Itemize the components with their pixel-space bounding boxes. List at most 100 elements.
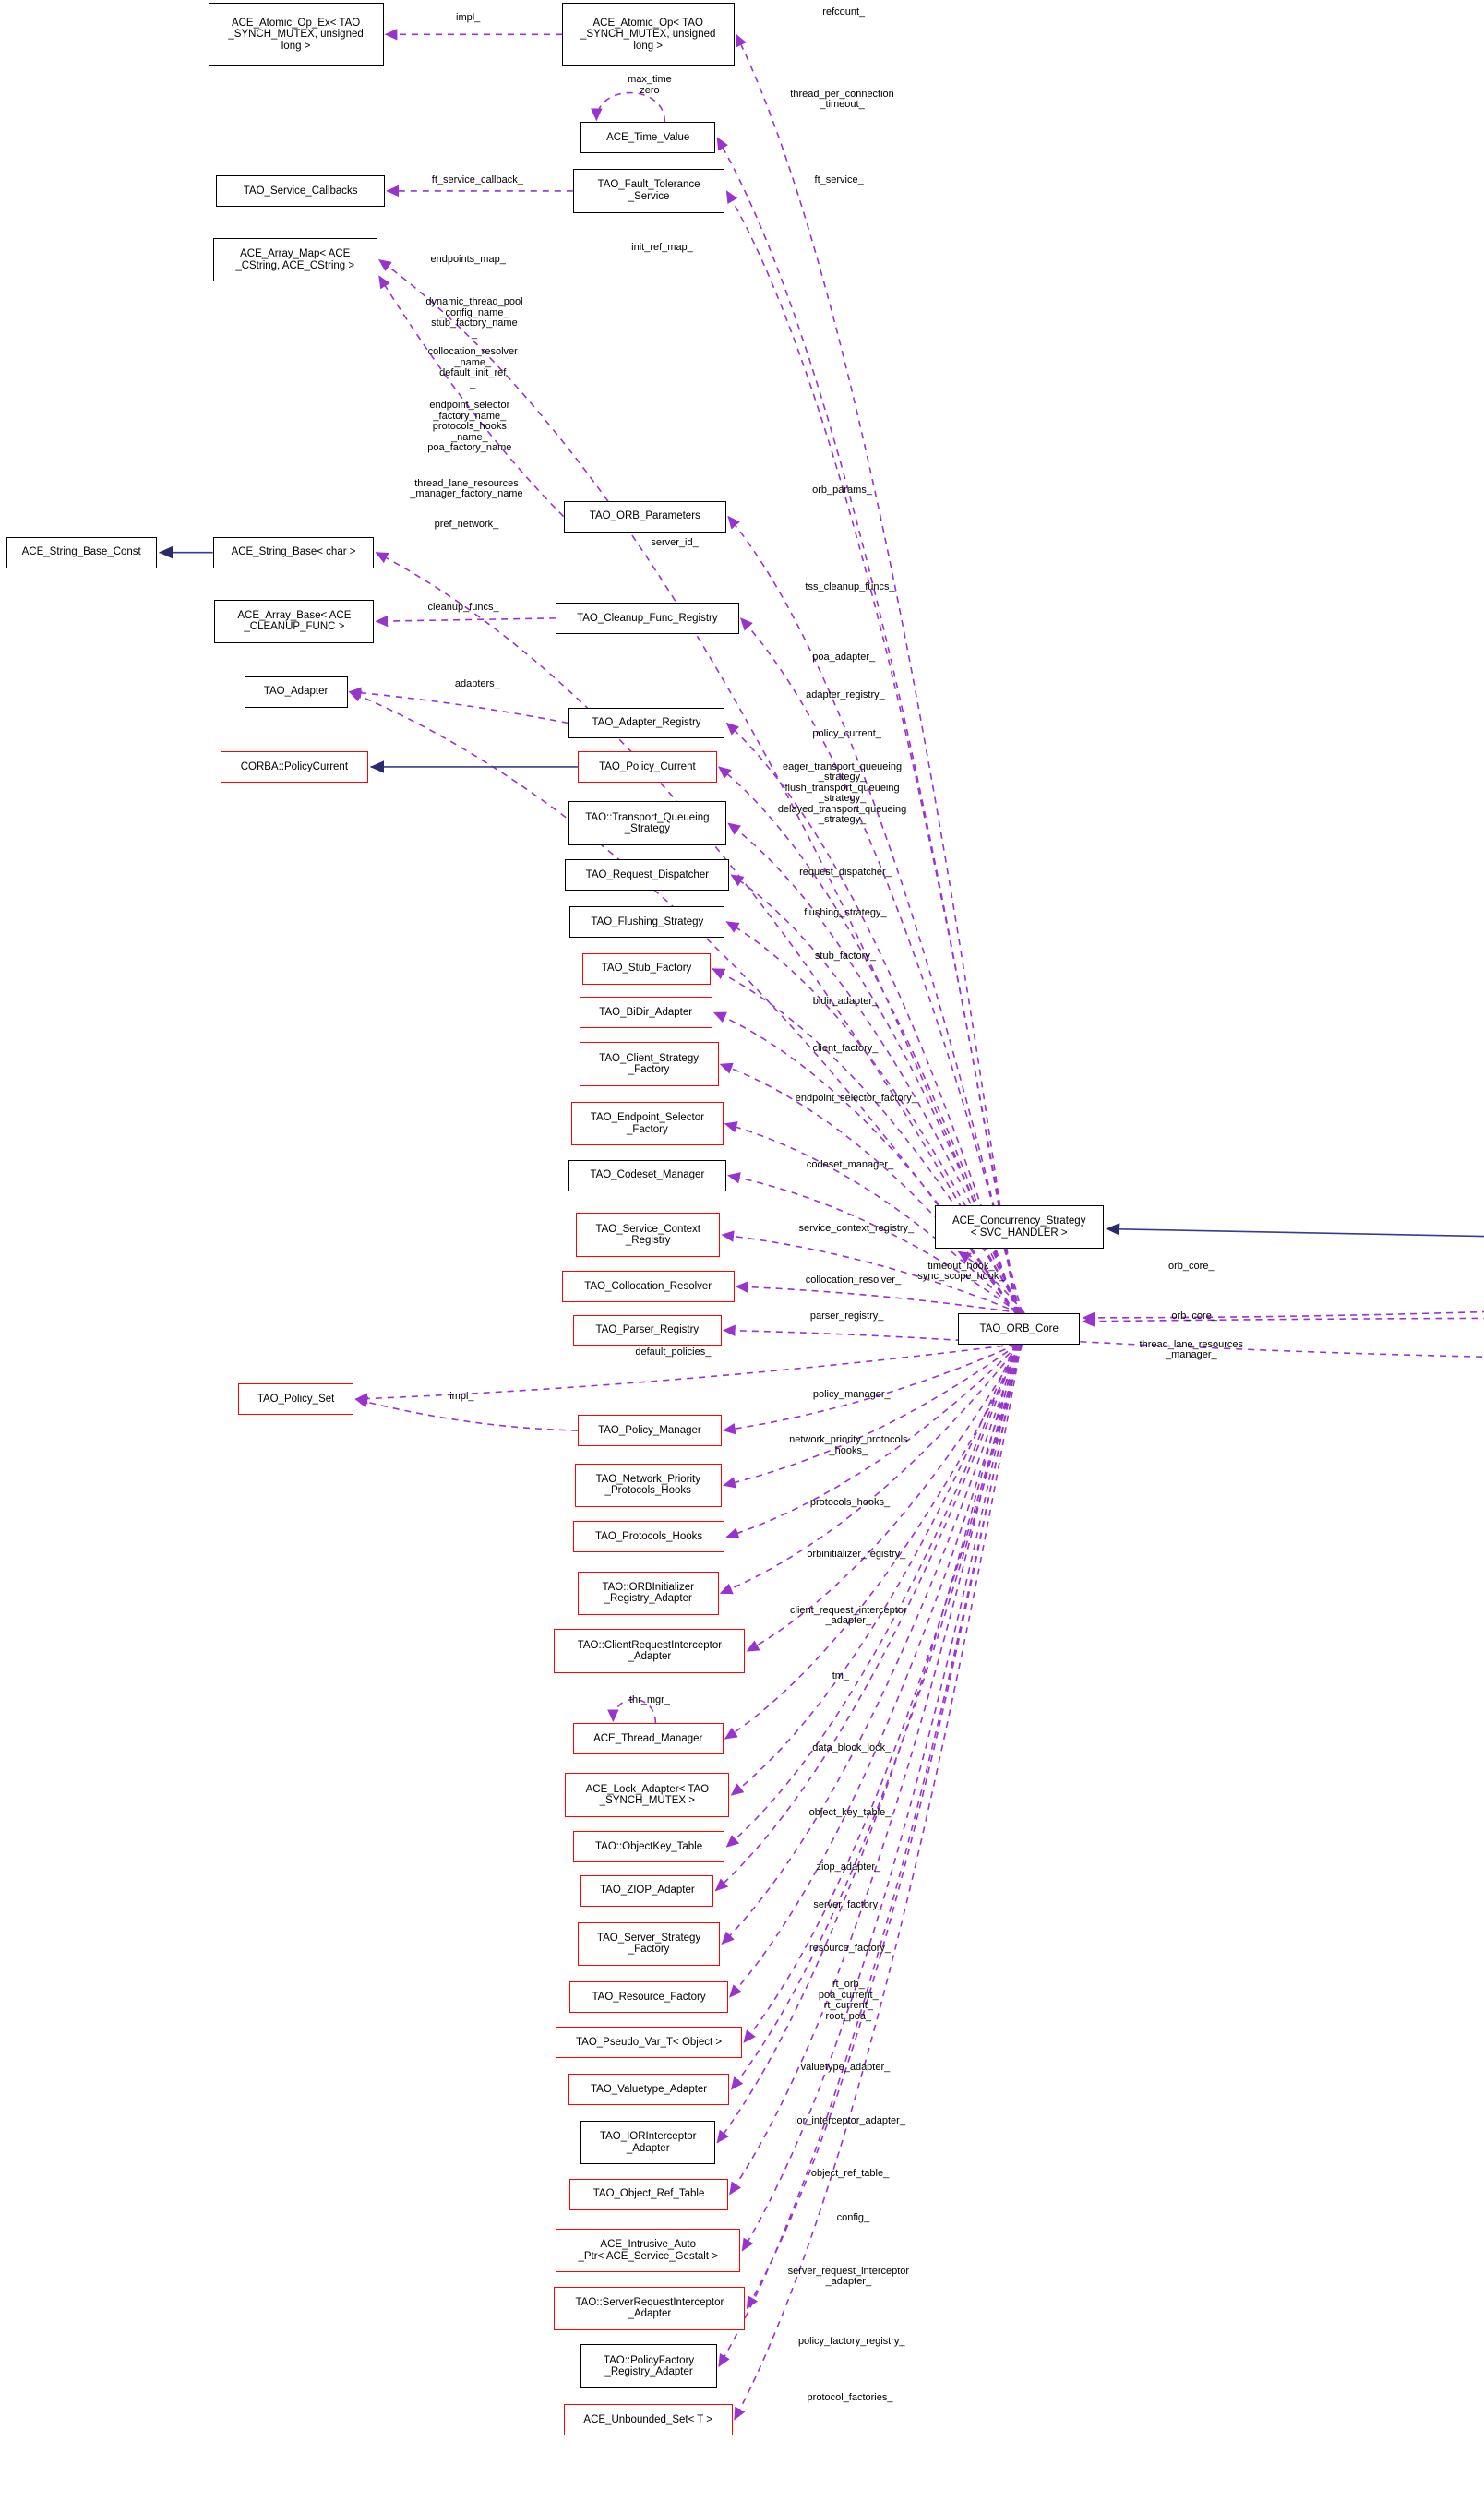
edge-label-service_context_registry: service_context_registry_	[798, 1223, 915, 1235]
class-node-policy_manager[interactable]: TAO_Policy_Manager	[577, 1415, 722, 1446]
edge-label-tss_cleanup_funcs: tss_cleanup_funcs_	[805, 580, 895, 592]
class-node-policy_current[interactable]: TAO_Policy_Current	[577, 751, 717, 783]
class-node-cleanup_func_registry[interactable]: TAO_Cleanup_Func_Registry	[556, 602, 739, 634]
class-node-protocols_hooks[interactable]: TAO_Protocols_Hooks	[572, 1521, 725, 1553]
edge-label-bidir_adapter: bidir_adapter_	[812, 996, 879, 1008]
edge-label-max_time_zero: max_time zero	[628, 74, 672, 96]
edge-label-tm: tm_	[832, 1670, 850, 1682]
edge-label-impl_top: impl_	[456, 11, 481, 23]
edge-label-endpoint_selector_factory: endpoint_selector_factory_	[795, 1093, 917, 1105]
edge-label-dynamic_thread_pool: dynamic_thread_pool _config_name_ stub_f…	[425, 296, 523, 340]
class-node-endpoint_selector_factory[interactable]: TAO_Endpoint_Selector _Factory	[571, 1101, 724, 1146]
edge-label-init_ref_map: init_ref_map_	[631, 241, 693, 253]
edge-label-thread_lane_resources_manager: thread_lane_resources _manager_	[1139, 1338, 1244, 1361]
class-node-bidir_adapter[interactable]: TAO_BiDir_Adapter	[579, 997, 712, 1029]
class-node-iorinterceptor_adapter[interactable]: TAO_IORInterceptor _Adapter	[580, 2120, 716, 2165]
edge-label-server_factory: server_factory_	[813, 1898, 884, 1910]
edge-label-transport_queueing: eager_transport_queueing _strategy_ flus…	[777, 760, 907, 826]
class-node-adapter[interactable]: TAO_Adapter	[244, 676, 348, 708]
class-node-orb_parameters[interactable]: TAO_ORB_Parameters	[563, 500, 727, 533]
class-node-adapter_registry[interactable]: TAO_Adapter_Registry	[568, 707, 725, 739]
class-node-objectkey_table[interactable]: TAO::ObjectKey_Table	[572, 1831, 725, 1863]
class-node-server_request_interceptor[interactable]: TAO::ServerRequestInterceptor _Adapter	[554, 2286, 746, 2331]
edge-label-network_priority_protocols: network_priority_protocols _hooks_	[789, 1434, 908, 1456]
class-node-string_base_char[interactable]: ACE_String_Base< char >	[212, 536, 375, 568]
class-node-array_map_cstring[interactable]: ACE_Array_Map< ACE _CString, ACE_CString…	[212, 237, 377, 282]
class-node-atomic_op_ex[interactable]: ACE_Atomic_Op_Ex< TAO _SYNCH_MUTEX, unsi…	[208, 3, 384, 66]
edge-label-ziop_adapter: ziop_adapter_	[816, 1861, 881, 1873]
collaboration-diagram-canvas: ACE_Atomic_Op_Ex< TAO _SYNCH_MUTEX, unsi…	[0, 0, 1484, 2501]
class-node-array_base_cleanup[interactable]: ACE_Array_Base< ACE _CLEANUP_FUNC >	[214, 599, 375, 643]
edge-label-server_request_interceptor_adapter: server_request_interceptor _adapter_	[787, 2265, 910, 2288]
class-node-concurrency_strategy_ace[interactable]: ACE_Concurrency_Strategy < SVC_HANDLER >	[934, 1204, 1104, 1250]
class-node-ziop_adapter[interactable]: TAO_ZIOP_Adapter	[580, 1874, 714, 1907]
class-node-client_strategy_factory[interactable]: TAO_Client_Strategy _Factory	[579, 1042, 719, 1086]
class-node-policyfactory_registry[interactable]: TAO::PolicyFactory _Registry_Adapter	[580, 2344, 717, 2388]
edge-label-codeset_manager: codeset_manager_	[806, 1158, 894, 1170]
edge-label-protocol_factories: protocol_factories_	[807, 2391, 893, 2403]
edge-label-policy_manager: policy_manager_	[812, 1388, 891, 1400]
class-node-orbinitializer_registry[interactable]: TAO::ORBInitializer _Registry_Adapter	[577, 1571, 719, 1616]
edge-label-policy_factory_registry: policy_factory_registry_	[797, 2335, 905, 2347]
edge-label-thr_mgr: thr_mgr_	[628, 1693, 670, 1705]
edge-label-orb_core_right_bottom: orb_core_	[1171, 1310, 1217, 1322]
class-node-thread_manager[interactable]: ACE_Thread_Manager	[572, 1723, 724, 1755]
class-node-stub_factory[interactable]: TAO_Stub_Factory	[581, 952, 712, 985]
edge-label-impl_policy: impl_	[449, 1390, 474, 1402]
edge-label-refcount: refcount_	[822, 6, 866, 18]
edge-label-adapter_registry: adapter_registry_	[806, 688, 885, 700]
class-node-orb_core[interactable]: TAO_ORB_Core	[958, 1312, 1081, 1345]
edge-label-request_dispatcher: request_dispatcher_	[799, 866, 892, 878]
edge-label-endpoints_map: endpoints_map_	[430, 254, 506, 266]
class-node-unbounded_set[interactable]: ACE_Unbounded_Set< T >	[563, 2403, 733, 2435]
class-node-collocation_resolver[interactable]: TAO_Collocation_Resolver	[561, 1271, 735, 1302]
edge-label-cleanup_funcs: cleanup_funcs_	[427, 601, 499, 613]
class-node-time_value[interactable]: ACE_Time_Value	[580, 122, 716, 154]
edge-label-policy_current: policy_current_	[812, 728, 881, 740]
class-node-fault_tolerance[interactable]: TAO_Fault_Tolerance _Service	[572, 169, 725, 213]
edge-label-orbinitializer_registry: orbinitializer_registry_	[807, 1548, 906, 1560]
edge-label-object_ref_table: object_ref_table_	[810, 2168, 890, 2180]
class-node-string_base_const[interactable]: ACE_String_Base_Const	[6, 536, 157, 568]
class-node-object_ref_table[interactable]: TAO_Object_Ref_Table	[569, 2178, 728, 2210]
edge-label-default_policies: default_policies_	[635, 1346, 712, 1358]
edge-label-ior_interceptor_adapter: ior_interceptor_adapter_	[795, 2114, 905, 2126]
edge-label-pref_network: pref_network_	[434, 519, 499, 531]
class-node-intrusive_auto_ptr[interactable]: ACE_Intrusive_Auto _Ptr< ACE_Service_Ges…	[556, 2228, 741, 2273]
class-node-parser_registry[interactable]: TAO_Parser_Registry	[572, 1314, 722, 1346]
class-node-transport_queueing[interactable]: TAO::Transport_Queueing _Strategy	[568, 801, 727, 845]
edge-label-orb_params: orb_params_	[812, 484, 872, 496]
edge-label-stub_factory: stub_factory_	[814, 951, 876, 963]
edge-label-thread_per_connection: thread_per_connection _timeout_	[790, 88, 894, 111]
edge-label-client_request_interceptor_adapter: client_request_interceptor _adapter_	[790, 1604, 907, 1627]
class-node-policy_current_corba[interactable]: CORBA::PolicyCurrent	[221, 751, 368, 783]
diagram-edges	[158, 29, 1484, 2421]
class-node-client_request_interceptor[interactable]: TAO::ClientRequestInterceptor _Adapter	[554, 1629, 746, 1673]
edge-label-parser_registry: parser_registry_	[809, 1310, 884, 1322]
edge-label-rt_orb_group: rt_orb_ poa_current_ rt_current_ root_po…	[818, 1979, 879, 2022]
class-node-resource_factory[interactable]: TAO_Resource_Factory	[569, 1980, 728, 2013]
class-node-lock_adapter[interactable]: ACE_Lock_Adapter< TAO _SYNCH_MUTEX >	[565, 1773, 730, 1817]
class-node-codeset_manager[interactable]: TAO_Codeset_Manager	[568, 1159, 727, 1191]
edge-label-poa_adapter: poa_adapter_	[812, 652, 876, 664]
class-node-atomic_op[interactable]: ACE_Atomic_Op< TAO _SYNCH_MUTEX, unsigne…	[561, 3, 735, 66]
class-node-service_callbacks[interactable]: TAO_Service_Callbacks	[216, 174, 386, 207]
edge-label-config: config_	[836, 2211, 870, 2223]
edge-label-thread_lane_resources_name: thread_lane_resources _manager_factory_n…	[410, 477, 523, 500]
edge-label-ft_service: ft_service_	[814, 174, 864, 185]
class-node-service_context_registry[interactable]: TAO_Service_Context _Registry	[576, 1213, 721, 1257]
class-node-policy_set[interactable]: TAO_Policy_Set	[237, 1383, 354, 1416]
class-node-pseudo_var[interactable]: TAO_Pseudo_Var_T< Object >	[556, 2027, 742, 2059]
class-node-request_dispatcher[interactable]: TAO_Request_Dispatcher	[565, 859, 730, 891]
edge-label-data_block_lock: data_block_lock_	[812, 1742, 892, 1754]
edge-label-valuetype_adapter: valuetype_adapter_	[800, 2062, 891, 2074]
class-node-valuetype_adapter[interactable]: TAO_Valuetype_Adapter	[568, 2074, 730, 2105]
edge-label-collocation_resolver_name: collocation_resolver _name_ default_init…	[427, 346, 518, 389]
class-node-network_priority_hooks[interactable]: TAO_Network_Priority _Protocols_Hooks	[574, 1463, 722, 1508]
edge-label-adapters: adapters_	[454, 678, 500, 689]
edge-label-endpoint_selector_factory_name: endpoint_selector _factory_name_ protoco…	[427, 400, 512, 454]
edge-label-ft_service_callback: ft_service_callback_	[431, 174, 523, 185]
edge-label-flushing_strategy: flushing_strategy_	[804, 906, 887, 918]
class-node-flushing_strategy[interactable]: TAO_Flushing_Strategy	[569, 905, 725, 938]
class-node-server_strategy_factory[interactable]: TAO_Server_Strategy _Factory	[577, 1921, 721, 1966]
